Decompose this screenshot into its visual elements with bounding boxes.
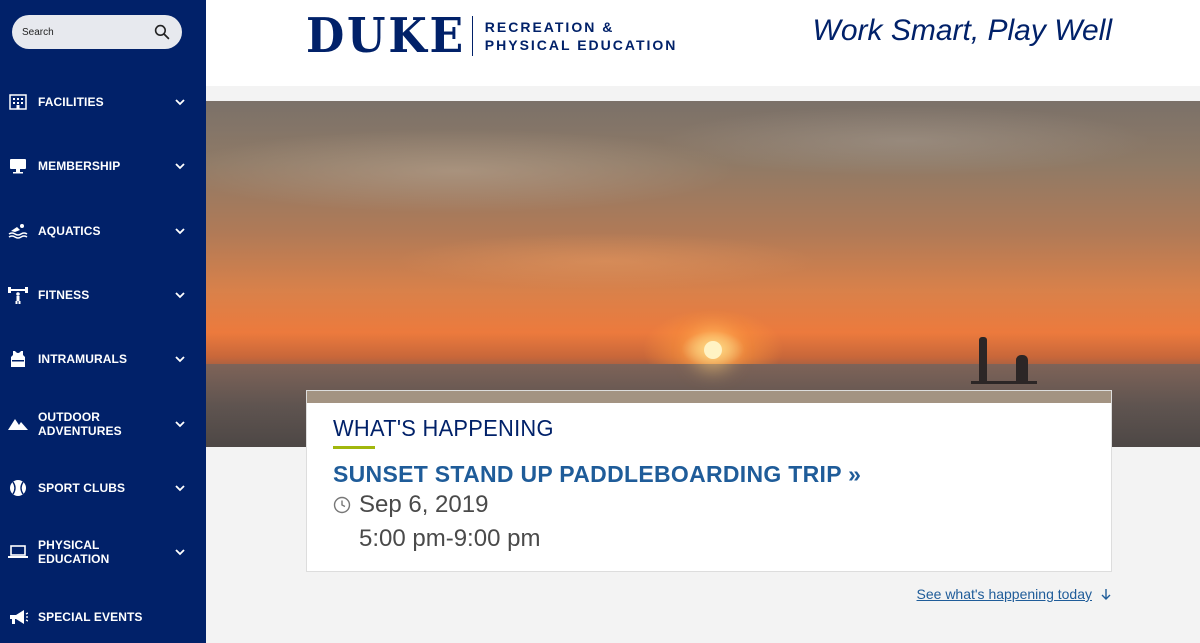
logo-subtitle-line1: RECREATION & [484, 19, 615, 35]
sidebar-item-label: SPORT CLUBS [38, 480, 126, 495]
clock-icon [333, 496, 351, 514]
hero-paddleboard [971, 381, 1037, 384]
logo-subtitle: RECREATION & PHYSICAL EDUCATION [485, 18, 678, 54]
hero-paddleboarder-sitting [1016, 355, 1028, 383]
sidebar-item-label: AQUATICS [38, 223, 101, 238]
jersey-icon [8, 349, 28, 369]
section-heading: WHAT'S HAPPENING [333, 415, 554, 441]
event-title-link[interactable]: SUNSET STAND UP PADDLEBOARDING TRIP » [333, 461, 861, 488]
mountain-icon [8, 414, 28, 434]
sidebar-item-special-events[interactable]: SPECIAL EVENTS [0, 584, 206, 643]
event-time: 5:00 pm-9:00 pm [359, 525, 541, 552]
sidebar-nav: FACILITIES MEMBERSHIP AQUATICS FITNESS I… [0, 70, 206, 643]
chevron-down-icon [175, 292, 185, 299]
sidebar-item-facilities[interactable]: FACILITIES [0, 70, 206, 134]
swimmer-icon [8, 221, 28, 241]
event-card: WHAT'S HAPPENING SUNSET STAND UP PADDLEB… [306, 390, 1112, 572]
chevron-down-icon [175, 99, 185, 106]
chevron-down-icon [175, 549, 185, 556]
megaphone-icon [8, 607, 28, 627]
sidebar-item-membership[interactable]: MEMBERSHIP [0, 134, 206, 198]
search-box[interactable] [12, 15, 182, 49]
chevron-down-icon [175, 485, 185, 492]
laptop-icon [8, 542, 28, 562]
logo-wordmark: DUKE [306, 8, 466, 64]
sidebar-item-aquatics[interactable]: AQUATICS [0, 199, 206, 263]
sidebar-item-label: FACILITIES [38, 95, 104, 110]
card-top-bar [307, 391, 1111, 403]
sidebar-item-physical-education[interactable]: PHYSICAL EDUCATION [0, 520, 206, 584]
tagline: Work Smart, Play Well [812, 14, 1113, 47]
sidebar-item-label: INTRAMURALS [38, 352, 128, 367]
chevron-down-icon [175, 228, 185, 235]
logo-subtitle-line2: PHYSICAL EDUCATION [484, 37, 678, 53]
sidebar: FACILITIES MEMBERSHIP AQUATICS FITNESS [0, 0, 206, 643]
logo-divider [471, 16, 473, 56]
site-header: DUKE RECREATION & PHYSICAL EDUCATION Wor… [206, 0, 1200, 86]
hero-sun [704, 341, 722, 359]
chevron-down-icon [175, 356, 185, 363]
chevron-down-icon [175, 163, 185, 170]
membership-card-icon [8, 156, 28, 176]
ball-icon [8, 478, 28, 498]
event-date: Sep 6, 2019 [333, 491, 488, 519]
sidebar-item-fitness[interactable]: FITNESS [0, 263, 206, 327]
see-today-link[interactable]: See what's happening today [917, 586, 1112, 602]
chevron-down-icon [175, 420, 185, 427]
building-icon [8, 92, 28, 112]
arrow-down-icon [1101, 589, 1111, 600]
weightlifter-icon [8, 285, 28, 305]
hero-paddleboarder-standing [979, 337, 987, 383]
sidebar-item-label: SPECIAL EVENTS [38, 609, 143, 624]
sidebar-item-label: FITNESS [38, 288, 90, 303]
sidebar-item-label: OUTDOOR ADVENTURES [38, 409, 122, 438]
sidebar-item-sport-clubs[interactable]: SPORT CLUBS [0, 456, 206, 520]
sidebar-item-intramurals[interactable]: INTRAMURALS [0, 327, 206, 391]
sidebar-item-label: PHYSICAL EDUCATION [38, 538, 110, 567]
search-icon[interactable] [154, 23, 170, 41]
event-date-text: Sep 6, 2019 [359, 491, 489, 518]
sidebar-item-outdoor-adventures[interactable]: OUTDOOR ADVENTURES [0, 391, 206, 455]
see-today-link-text: See what's happening today [916, 586, 1092, 602]
sidebar-item-label: MEMBERSHIP [38, 159, 121, 174]
heading-accent-line [333, 446, 375, 449]
search-input[interactable] [22, 26, 154, 38]
duke-recreation-logo[interactable]: DUKE RECREATION & PHYSICAL EDUCATION [306, 8, 678, 64]
